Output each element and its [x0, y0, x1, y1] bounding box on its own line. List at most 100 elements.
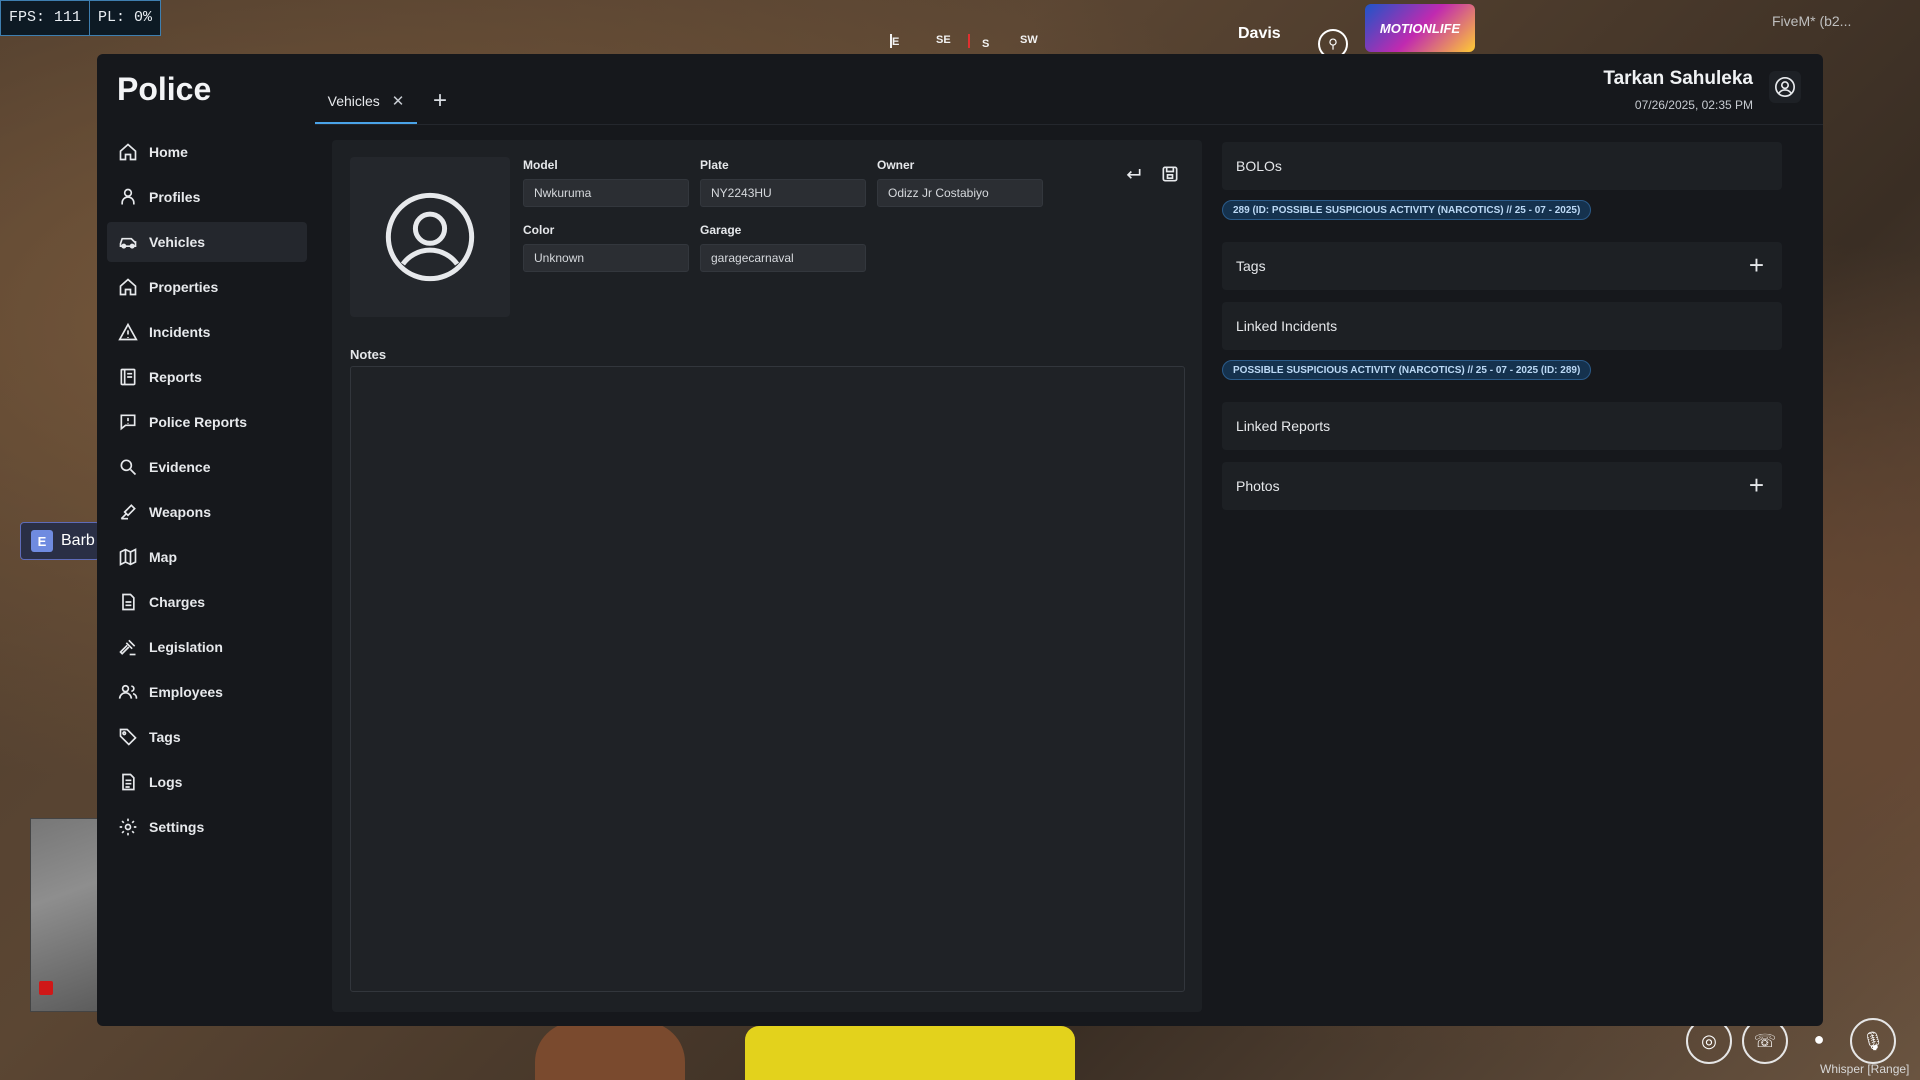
users-icon — [117, 681, 139, 703]
tab-label: Vehicles — [327, 93, 380, 109]
owner-input[interactable] — [877, 179, 1043, 207]
undo-icon — [1126, 169, 1141, 179]
mdt-window: Police Home Profiles Vehicles Properties… — [97, 54, 1823, 1026]
owner-field: Owner — [877, 158, 1043, 207]
plate-field: Plate — [700, 158, 866, 207]
sidebar-item-label: Police Reports — [149, 414, 248, 430]
fps-text: FPS: 111 — [9, 9, 82, 26]
garage-input[interactable] — [700, 244, 866, 272]
photos-section: Photos + — [1222, 462, 1782, 510]
save-icon — [1162, 166, 1178, 182]
color-field: Color — [523, 223, 689, 272]
sidebar-item-label: Tags — [149, 729, 181, 745]
sidebar-nav: Home Profiles Vehicles Properties Incide… — [107, 132, 307, 852]
owner-label: Owner — [877, 158, 915, 172]
sidebar-item-label: Home — [149, 144, 188, 160]
sidebar-item-label: Vehicles — [149, 234, 206, 250]
compass-label: S — [982, 38, 990, 50]
minimap — [30, 818, 102, 1012]
save-button[interactable] — [1157, 161, 1183, 187]
sidebar-item-legislation[interactable]: Legislation — [107, 627, 307, 667]
linked-incidents-section: Linked Incidents — [1222, 302, 1782, 350]
sidebar-item-police-reports[interactable]: Police Reports — [107, 402, 307, 442]
add-tab-button[interactable]: + — [433, 89, 447, 113]
linked-incidents-title: Linked Incidents — [1236, 318, 1338, 334]
user-name: Tarkan Sahuleka — [1603, 68, 1753, 89]
add-tag-button[interactable]: + — [1749, 251, 1764, 279]
vehicle-photo[interactable] — [350, 157, 510, 317]
linked-reports-section: Linked Reports — [1222, 402, 1782, 450]
close-icon[interactable]: ✕ — [392, 92, 405, 110]
sidebar-item-label: Legislation — [149, 639, 223, 655]
sidebar-item-label: Charges — [149, 594, 206, 610]
sidebar-item-vehicles[interactable]: Vehicles — [107, 222, 307, 262]
sidebar-item-label: Properties — [149, 279, 219, 295]
sidebar-item-weapons[interactable]: Weapons — [107, 492, 307, 532]
server-logo: MOTIONLIFE — [1365, 4, 1475, 52]
sidebar-item-charges[interactable]: Charges — [107, 582, 307, 622]
sidebar-item-label: Map — [149, 549, 177, 565]
app-title: Police — [117, 71, 212, 107]
vehicle-detail-panel: Model Plate Owner Color Garage Notes — [332, 140, 1202, 1012]
bolo-chip[interactable]: 289 (ID: POSSIBLE SUSPICIOUS ACTIVITY (N… — [1222, 200, 1592, 220]
model-input[interactable] — [523, 179, 689, 207]
sidebar-item-label: Profiles — [149, 189, 201, 205]
tags-title: Tags — [1236, 258, 1266, 274]
interaction-key: E — [31, 530, 53, 552]
incident-chip[interactable]: POSSIBLE SUSPICIOUS ACTIVITY (NARCOTICS)… — [1222, 360, 1592, 380]
compass-tick — [968, 34, 970, 48]
sidebar-item-tags[interactable]: Tags — [107, 717, 307, 757]
sidebar-item-employees[interactable]: Employees — [107, 672, 307, 712]
sidebar-item-label: Reports — [149, 369, 202, 385]
sidebar-item-home[interactable]: Home — [107, 132, 307, 172]
sidebar-item-incidents[interactable]: Incidents — [107, 312, 307, 352]
undo-button[interactable] — [1120, 161, 1146, 187]
minimap-blip — [39, 981, 53, 995]
sidebar-item-label: Incidents — [149, 324, 211, 340]
document-icon — [117, 591, 139, 613]
account-icon[interactable] — [1769, 71, 1801, 103]
notes-textarea[interactable] — [350, 366, 1185, 992]
map-icon — [117, 546, 139, 568]
sidebar-item-logs[interactable]: Logs — [107, 762, 307, 802]
sidebar-item-map[interactable]: Map — [107, 537, 307, 577]
sidebar-item-label: Evidence — [149, 459, 211, 475]
house-icon — [117, 276, 139, 298]
sidebar-item-reports[interactable]: Reports — [107, 357, 307, 397]
sidebar-item-properties[interactable]: Properties — [107, 267, 307, 307]
report-icon — [117, 366, 139, 388]
tags-section: Tags + — [1222, 242, 1782, 290]
weapon-icon — [117, 501, 139, 523]
fps-counter: FPS: 111 PL: 0% — [0, 0, 162, 36]
sidebar-item-profiles[interactable]: Profiles — [107, 177, 307, 217]
tab-vehicles[interactable]: Vehicles ✕ — [315, 80, 417, 124]
plate-input[interactable] — [700, 179, 866, 207]
avatar-placeholder-icon — [385, 192, 475, 282]
sidebar-item-label: Settings — [149, 819, 205, 835]
gavel-icon — [117, 636, 139, 658]
gear-icon — [117, 816, 139, 838]
sidebar-item-label: Employees — [149, 684, 223, 700]
add-photo-button[interactable]: + — [1749, 471, 1764, 499]
color-input[interactable] — [523, 244, 689, 272]
compass-label: SW — [1020, 34, 1038, 46]
interaction-prompt: E Barb — [20, 522, 100, 560]
compass-label: E — [892, 36, 900, 48]
car-icon — [117, 231, 139, 253]
tag-icon — [117, 726, 139, 748]
garage-label: Garage — [700, 223, 742, 237]
user-datetime: 07/26/2025, 02:35 PM — [1634, 98, 1753, 112]
packet-loss-text: PL: 0% — [89, 1, 160, 35]
color-label: Color — [523, 223, 555, 237]
sidebar-item-settings[interactable]: Settings — [107, 807, 307, 847]
home-icon — [117, 141, 139, 163]
compass: E SE S SW — [860, 0, 1060, 52]
client-label: FiveM* (b2... — [1772, 13, 1852, 29]
model-field: Model — [523, 158, 689, 207]
garage-field: Garage — [700, 223, 866, 272]
search-icon — [117, 456, 139, 478]
sidebar-item-evidence[interactable]: Evidence — [107, 447, 307, 487]
sidebar-item-label: Weapons — [149, 504, 211, 520]
user-icon — [117, 186, 139, 208]
linked-reports-title: Linked Reports — [1236, 418, 1331, 434]
